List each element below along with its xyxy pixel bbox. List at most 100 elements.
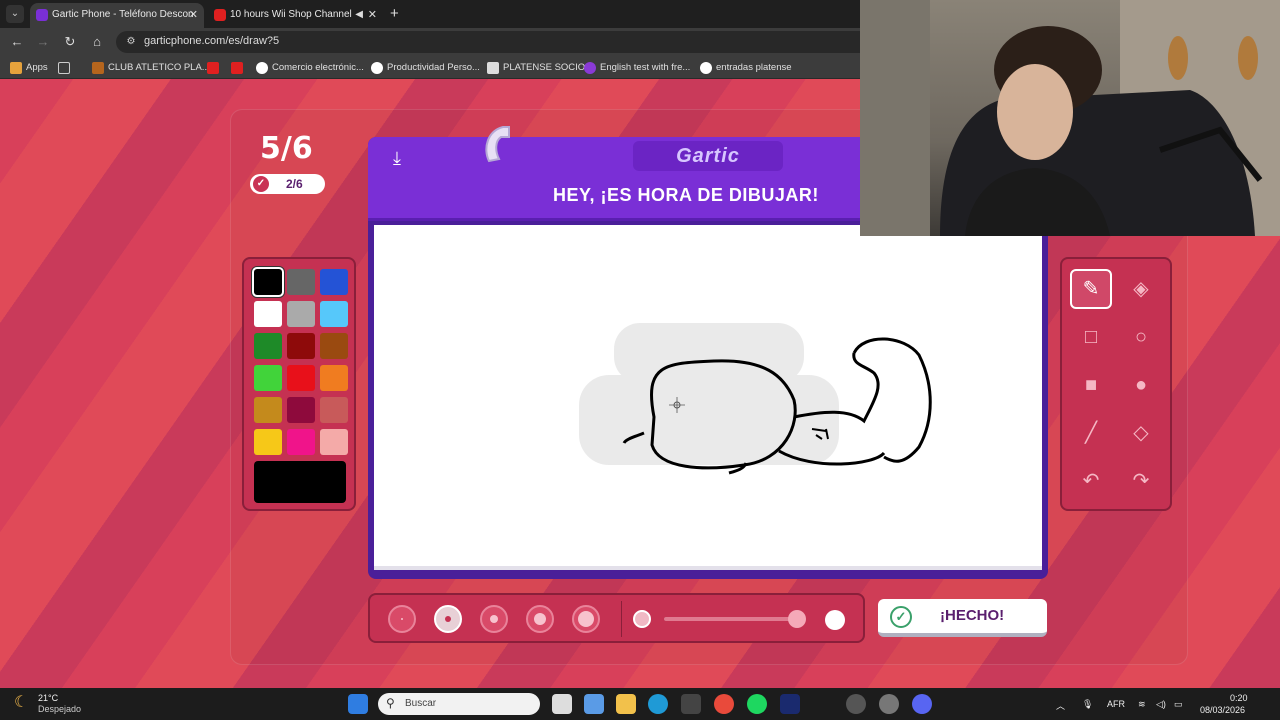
color-swatch[interactable] bbox=[287, 333, 315, 359]
task-view-icon[interactable] bbox=[552, 694, 572, 714]
color-swatch[interactable] bbox=[320, 397, 348, 423]
rectangle-outline-tool-icon[interactable]: □ bbox=[1070, 317, 1112, 357]
eraser-tool-icon[interactable]: ◈ bbox=[1120, 269, 1162, 309]
drawing-canvas[interactable] bbox=[374, 225, 1042, 570]
microphone-icon[interactable]: 🎙 bbox=[1082, 699, 1093, 710]
weather-temperature[interactable]: 21°C bbox=[38, 693, 58, 703]
pencil-tool-icon[interactable]: ✎ bbox=[1070, 269, 1112, 309]
obs-icon[interactable] bbox=[846, 694, 866, 714]
reload-icon[interactable]: ↻ bbox=[61, 33, 79, 51]
brush-size-5-button[interactable] bbox=[572, 605, 600, 633]
home-icon[interactable]: ⌂ bbox=[88, 33, 106, 51]
wifi-icon[interactable]: ≋ bbox=[1138, 699, 1146, 710]
brush-settings-bar bbox=[368, 593, 865, 643]
forward-icon[interactable]: → bbox=[34, 33, 52, 51]
windows-start-icon[interactable] bbox=[348, 694, 368, 714]
bookmark-platense-socio[interactable]: PLATENSE SOCIO bbox=[487, 61, 585, 75]
line-tool-icon[interactable]: ╱ bbox=[1070, 413, 1112, 453]
color-swatch[interactable] bbox=[320, 301, 348, 327]
bookmark-productividad[interactable]: Productividad Perso... bbox=[371, 61, 480, 75]
google-icon bbox=[371, 62, 383, 74]
color-swatch[interactable] bbox=[320, 333, 348, 359]
divider bbox=[621, 601, 622, 637]
spotify-icon[interactable] bbox=[747, 694, 767, 714]
tab-search-icon[interactable]: ⌄ bbox=[6, 5, 24, 23]
audio-playing-icon[interactable]: ◀ bbox=[355, 3, 363, 27]
webcam-overlay bbox=[860, 0, 1280, 236]
circle-outline-tool-icon[interactable]: ○ bbox=[1120, 317, 1162, 357]
battery-icon[interactable]: ▭ bbox=[1174, 699, 1183, 710]
color-swatch[interactable] bbox=[320, 269, 348, 295]
color-swatch[interactable] bbox=[254, 301, 282, 327]
clock-date[interactable]: 08/03/2026 bbox=[1200, 705, 1245, 715]
opacity-slider[interactable] bbox=[664, 610, 806, 628]
bookmark-entradas[interactable]: entradas platense bbox=[700, 61, 792, 75]
google-icon bbox=[256, 62, 268, 74]
done-button[interactable]: ✓ ¡HECHO! bbox=[878, 599, 1047, 637]
address-bar[interactable]: ⚙ garticphone.com/es/draw?5 bbox=[116, 31, 876, 53]
color-swatch[interactable] bbox=[254, 429, 282, 455]
color-swatch[interactable] bbox=[287, 301, 315, 327]
clock-time[interactable]: 0:20 bbox=[1230, 693, 1248, 703]
settings-icon[interactable] bbox=[879, 694, 899, 714]
tools-panel: ✎ ◈ □ ○ ■ ● ╱ ◇ ↶ ↷ bbox=[1060, 257, 1172, 511]
undo-icon[interactable]: ↶ bbox=[1070, 461, 1112, 501]
moon-weather-icon[interactable]: ☾ bbox=[14, 694, 32, 712]
weather-condition[interactable]: Despejado bbox=[38, 704, 81, 714]
close-tab-icon[interactable]: ✕ bbox=[189, 3, 198, 27]
color-swatch[interactable] bbox=[287, 269, 315, 295]
opacity-high-icon bbox=[825, 610, 845, 630]
bookmark-english-test[interactable]: English test with fre... bbox=[584, 61, 690, 75]
youtube-icon bbox=[207, 62, 219, 74]
bookmark-apps[interactable]: Apps bbox=[10, 61, 48, 75]
color-swatch[interactable] bbox=[287, 397, 315, 423]
color-swatch[interactable] bbox=[320, 429, 348, 455]
windows-taskbar: ☾ 21°C Despejado ⚲ Buscar ︿ 🎙 AFR ≋ ◁) ▭… bbox=[0, 688, 1280, 720]
bookmark-youtube-1[interactable] bbox=[207, 61, 223, 75]
color-swatch[interactable] bbox=[254, 397, 282, 423]
brush-size-1-button[interactable] bbox=[388, 605, 416, 633]
site-info-icon[interactable]: ⚙ bbox=[124, 35, 138, 49]
round-counter: 5/6 bbox=[260, 131, 313, 166]
canvas-drawing bbox=[579, 323, 932, 475]
bookmark-youtube-2[interactable] bbox=[231, 61, 247, 75]
tab-wii-shop[interactable]: 10 hours Wii Shop Channel ◀ ✕ bbox=[208, 3, 383, 28]
color-swatch[interactable] bbox=[254, 365, 282, 391]
taskbar-search[interactable]: ⚲ Buscar bbox=[378, 693, 540, 715]
chrome-icon[interactable] bbox=[714, 694, 734, 714]
rectangle-filled-tool-icon[interactable]: ■ bbox=[1070, 365, 1112, 405]
bookmark-grid[interactable] bbox=[58, 61, 74, 75]
circle-filled-tool-icon[interactable]: ● bbox=[1120, 365, 1162, 405]
copilot-icon[interactable] bbox=[584, 694, 604, 714]
file-explorer-icon[interactable] bbox=[616, 694, 636, 714]
bookmark-comercio[interactable]: Comercio electrónic... bbox=[256, 61, 364, 75]
bookmark-club-atletico[interactable]: CLUB ATLETICO PLA... bbox=[92, 61, 210, 75]
microsoft-store-icon[interactable] bbox=[681, 694, 701, 714]
edge-icon[interactable] bbox=[648, 694, 668, 714]
tab-title: Gartic Phone - Teléfono Descon bbox=[52, 9, 194, 20]
opacity-slider-handle[interactable] bbox=[788, 610, 806, 628]
app-icon[interactable] bbox=[780, 694, 800, 714]
color-swatch[interactable] bbox=[287, 365, 315, 391]
players-done-badge: ✓ 2/6 bbox=[250, 174, 325, 194]
keyboard-language[interactable]: AFR bbox=[1107, 699, 1125, 709]
download-icon[interactable]: ⤓ bbox=[386, 147, 408, 169]
discord-icon[interactable] bbox=[912, 694, 932, 714]
close-tab-icon[interactable]: ✕ bbox=[368, 3, 377, 27]
volume-icon[interactable]: ◁) bbox=[1156, 699, 1166, 710]
brush-size-3-button[interactable] bbox=[480, 605, 508, 633]
show-hidden-icons[interactable]: ︿ bbox=[1056, 699, 1065, 712]
tab-title: 10 hours Wii Shop Channel bbox=[230, 9, 352, 20]
color-swatch[interactable] bbox=[252, 267, 284, 297]
brush-size-2-button[interactable] bbox=[434, 605, 462, 633]
fill-bucket-tool-icon[interactable]: ◇ bbox=[1120, 413, 1162, 453]
back-icon[interactable]: ← bbox=[8, 33, 26, 51]
brush-size-4-button[interactable] bbox=[526, 605, 554, 633]
color-swatch[interactable] bbox=[320, 365, 348, 391]
color-swatch[interactable] bbox=[287, 429, 315, 455]
url-text: garticphone.com/es/draw?5 bbox=[144, 35, 280, 47]
color-swatch[interactable] bbox=[254, 333, 282, 359]
new-tab-button[interactable]: + bbox=[390, 3, 399, 25]
redo-icon[interactable]: ↷ bbox=[1120, 461, 1162, 501]
tab-gartic-phone[interactable]: Gartic Phone - Teléfono Descon ✕ bbox=[30, 3, 204, 28]
